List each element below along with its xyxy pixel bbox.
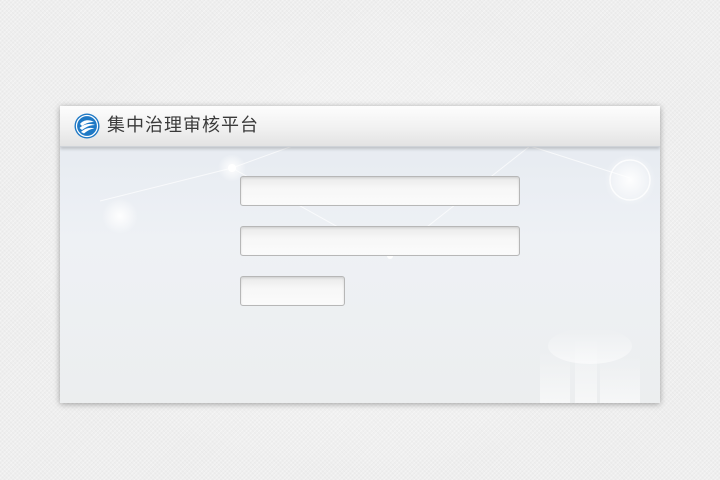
app-title: 集中治理审核平台 (107, 115, 259, 136)
china-mobile-logo-icon (74, 113, 100, 139)
username-input[interactable] (240, 176, 520, 206)
login-form (60, 106, 660, 403)
header-bar: 集中治理审核平台 (60, 106, 660, 147)
captcha-input[interactable] (240, 276, 345, 306)
password-input[interactable] (240, 226, 520, 256)
login-panel: 集中治理审核平台 (60, 106, 660, 403)
